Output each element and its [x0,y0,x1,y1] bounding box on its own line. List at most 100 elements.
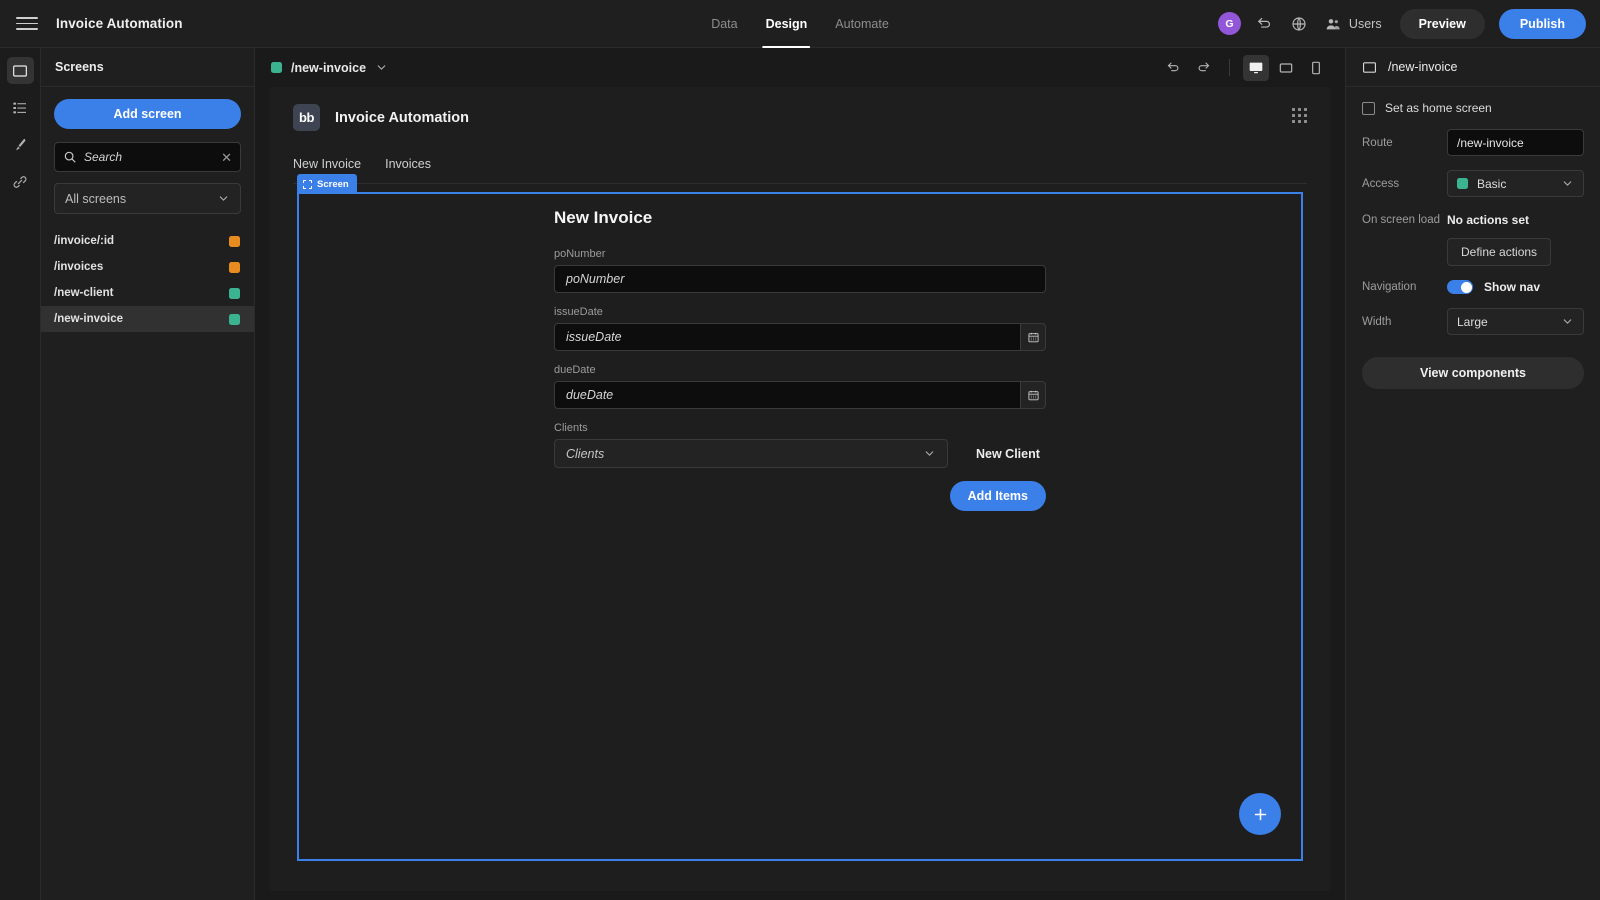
sidebar-item-invoice-id[interactable]: /invoice/:id [41,228,254,254]
plus-icon[interactable] [1239,793,1281,835]
properties-title: /new-invoice [1388,60,1458,74]
route-input[interactable]: /new-invoice [1447,129,1584,156]
add-screen-button[interactable]: Add screen [54,99,241,129]
mobile-icon[interactable] [1303,55,1329,81]
invoice-form: New Invoice poNumber poNumber issueDate [299,194,1301,511]
screens-filter-label: All screens [65,191,127,206]
rail-screens-icon[interactable] [6,57,34,84]
field-duedate: dueDate dueDate [554,364,1046,409]
chevron-down-icon [375,61,388,74]
globe-icon[interactable] [1289,14,1309,34]
access-dot [271,62,282,73]
search-input[interactable]: Search ✕ [54,142,241,172]
preview-brand: bb Invoice Automation [293,104,1307,131]
nav-link-new-invoice[interactable]: New Invoice [293,157,361,171]
top-bar-actions: G Users Preview Publish [1217,8,1586,39]
app-preview: bb Invoice Automation New Invoice Invoic… [269,87,1331,891]
chevron-down-icon [1561,315,1574,328]
rail-components-list-icon[interactable] [7,94,34,121]
screen-route-label: /new-client [54,287,114,299]
screens-panel-title: Screens [55,60,104,74]
field-ponumber: poNumber poNumber [554,248,1046,293]
ponumber-input[interactable]: poNumber [554,265,1046,293]
top-bar: Invoice Automation Data Design Automate … [0,0,1600,48]
screens-filter-select[interactable]: All screens [54,183,241,214]
route-label: Route [1362,136,1393,149]
rail-links-chain-icon[interactable] [7,168,34,195]
undo-icon[interactable] [1160,55,1186,81]
grid-dots-icon[interactable] [1292,108,1307,123]
sidebar-item-new-client[interactable]: /new-client [41,280,254,306]
onload-label: On screen load [1362,214,1440,226]
toolbar-divider [1229,59,1230,76]
canvas-route-selector[interactable]: /new-invoice [271,61,388,75]
close-icon[interactable]: ✕ [221,151,232,164]
screen-selection-frame[interactable]: Screen New Invoice poNumber poNumber iss… [297,174,1303,861]
tab-automate[interactable]: Automate [835,0,889,48]
calendar-icon[interactable] [1020,381,1046,409]
clients-select-value: Clients [566,446,605,461]
duedate-input[interactable]: dueDate [554,381,1020,409]
home-screen-checkbox[interactable]: Set as home screen [1362,101,1584,115]
screen-route-label: /invoice/:id [54,235,115,247]
clients-select[interactable]: Clients [554,439,948,468]
access-value: Basic [1477,176,1507,191]
redo-icon[interactable] [1190,55,1216,81]
undo-icon[interactable] [1255,14,1275,34]
field-label: issueDate [554,306,603,318]
users-button[interactable]: Users [1323,14,1382,34]
screen-badge-label: Screen [317,178,349,190]
add-items-button[interactable]: Add Items [949,481,1046,511]
screen-route-label: /invoices [54,261,104,273]
width-label: Width [1362,315,1392,328]
canvas-toolbar-actions [1160,54,1329,81]
access-select[interactable]: Basic [1447,170,1584,197]
issuedate-input[interactable]: issueDate [554,323,1020,351]
canvas-viewport: bb Invoice Automation New Invoice Invoic… [255,87,1345,900]
chevron-down-icon [923,447,936,460]
properties-body: Set as home screen Route /new-invoice Ac… [1346,87,1600,389]
sidebar-item-new-invoice[interactable]: /new-invoice [41,306,254,332]
preview-button[interactable]: Preview [1399,8,1485,39]
width-select[interactable]: Large [1447,308,1584,335]
duedate-group: dueDate [554,381,1046,409]
screen-selection-badge[interactable]: Screen [297,174,357,194]
app-root: Invoice Automation Data Design Automate … [0,0,1600,900]
tab-data[interactable]: Data [711,0,737,48]
form-title: New Invoice [554,208,653,227]
canvas-column: /new-invoice bb Invoice Automation New I… [255,48,1345,900]
screens-list: /invoice/:id /invoices /new-client /new-… [41,228,254,332]
publish-button[interactable]: Publish [1498,8,1586,39]
new-client-button[interactable]: New Client [976,447,1040,461]
nav-link-invoices[interactable]: Invoices [385,157,431,171]
view-components-button[interactable]: View components [1362,357,1584,389]
tablet-icon[interactable] [1273,55,1299,81]
calendar-icon[interactable] [1020,323,1046,351]
width-value: Large [1457,314,1488,329]
field-label: poNumber [554,248,606,260]
access-dot [229,235,240,247]
home-screen-label: Set as home screen [1385,101,1492,115]
form-fields: poNumber poNumber issueDate issueDate du… [554,248,1046,511]
show-nav-toggle[interactable] [1447,280,1473,294]
field-clients: Clients Clients New Client [554,422,1046,468]
width-property: Width Large [1362,308,1584,335]
sidebar-item-invoices[interactable]: /invoices [41,254,254,280]
avatar[interactable]: G [1217,12,1241,35]
canvas-toolbar: /new-invoice [255,48,1345,87]
tab-design[interactable]: Design [762,0,810,48]
navigation-label: Navigation [1362,281,1417,293]
onload-property: On screen load No actions set [1362,211,1584,229]
rail-theme-brush-icon[interactable] [7,131,34,158]
search-icon [63,150,77,164]
hamburger-icon[interactable] [16,13,38,35]
properties-header: /new-invoice [1346,48,1600,87]
show-nav-label: Show nav [1484,280,1541,294]
navigation-property: Navigation Show nav [1362,280,1584,294]
define-actions-button[interactable]: Define actions [1447,238,1552,266]
access-dot [1457,178,1468,189]
field-label: Clients [554,422,588,434]
onload-value: No actions set [1447,213,1530,227]
screens-panel-controls: Add screen Search ✕ All screens [41,87,254,214]
desktop-icon[interactable] [1243,54,1269,81]
